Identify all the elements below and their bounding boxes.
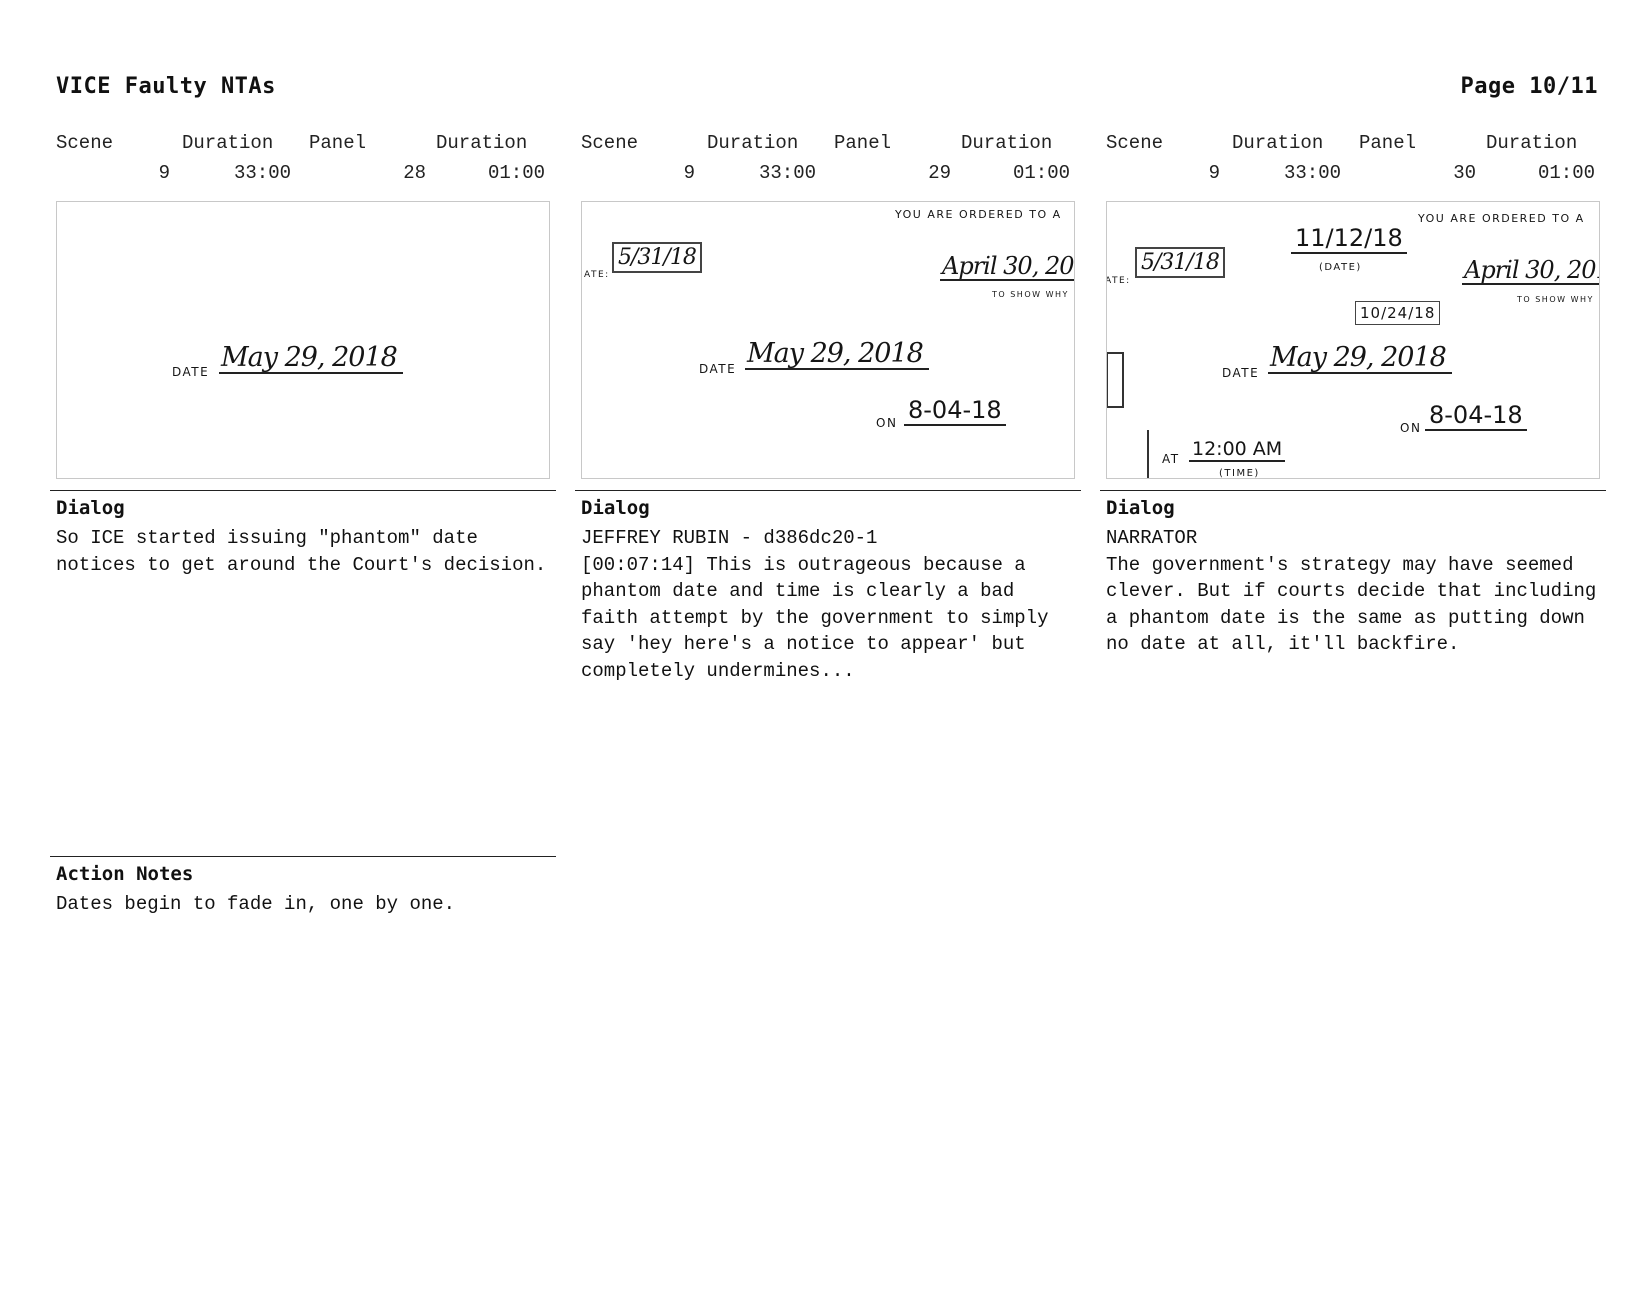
panel-meta: Scene Duration Panel Duration 9 33:00 30… (1106, 130, 1600, 190)
dialog-text: [00:07:14] This is outrageous because a … (581, 553, 1060, 682)
ordered-text: YOU ARE ORDERED TO A (1418, 212, 1585, 225)
boxed-date: 5/31/18 (1135, 247, 1225, 279)
panel-value: 30 (1453, 162, 1476, 184)
dialog-speaker: JEFFREY RUBIN - d386dc20-1 (581, 527, 878, 549)
scene-duration-header: Duration (1232, 132, 1324, 154)
scene-duration-value: 33:00 (759, 162, 817, 184)
ate-label: ATE: (1106, 276, 1131, 286)
scene-header: Scene (56, 132, 114, 154)
panel-duration-header: Duration (961, 132, 1053, 154)
on-label: ON (1400, 421, 1422, 435)
handwritten-date: May 29, 2018 (219, 343, 403, 375)
dialog-heading: Dialog (1106, 497, 1175, 519)
scene-value: 9 (1208, 162, 1220, 184)
handwritten-date: May 29, 2018 (1268, 343, 1452, 375)
dialog-heading: Dialog (56, 497, 125, 519)
date-label: DATE (172, 365, 210, 379)
ordered-text: YOU ARE ORDERED TO A (895, 208, 1062, 221)
date-top: 11/12/18 (1291, 224, 1407, 254)
boxed-date: 5/31/18 (612, 242, 702, 274)
scene-value: 9 (683, 162, 695, 184)
partial-box-mark (1107, 352, 1124, 408)
panel-meta: Scene Duration Panel Duration 9 33:00 28… (56, 130, 550, 190)
panel-header: Panel (1359, 132, 1417, 154)
april-date: April 30, 2018 (1462, 257, 1599, 286)
panel-duration-value: 01:00 (1013, 162, 1071, 184)
panel-value: 28 (403, 162, 426, 184)
panel-duration-value: 01:00 (1538, 162, 1596, 184)
scene-header: Scene (581, 132, 639, 154)
action-notes-section: Action Notes Dates begin to fade in, one… (50, 856, 556, 918)
show-why-text: TO SHOW WHY (1517, 295, 1594, 304)
dialog-section: Dialog NARRATOR The government's strateg… (1100, 490, 1606, 658)
panel-duration-header: Duration (1486, 132, 1578, 154)
scene-duration-value: 33:00 (234, 162, 292, 184)
page-number: Page 10/11 (1460, 74, 1598, 99)
storyboard-frame[interactable]: YOU ARE ORDERED TO A ATE: 5/31/18 April … (581, 201, 1075, 479)
panel-duration-value: 01:00 (488, 162, 546, 184)
boxed-date-2: 10/24/18 (1355, 301, 1441, 325)
scene-duration-header: Duration (182, 132, 274, 154)
dialog-text: So ICE started issuing "phantom" date no… (56, 527, 547, 576)
dialog-text: The government's strategy may have seeme… (1106, 553, 1608, 656)
date-label: DATE (1222, 366, 1260, 380)
date-top-caption: (DATE) (1319, 262, 1362, 273)
storyboard-frame[interactable]: YOU ARE ORDERED TO A ATE: 5/31/18 11/12/… (1106, 201, 1600, 479)
dialog-section: Dialog So ICE started issuing "phantom" … (50, 490, 556, 578)
panel-duration-header: Duration (436, 132, 528, 154)
handwritten-date: May 29, 2018 (745, 339, 929, 371)
on-label: ON (876, 416, 898, 430)
panel-header: Panel (834, 132, 892, 154)
margin-line (1147, 430, 1149, 478)
panel-meta: Scene Duration Panel Duration 9 33:00 29… (581, 130, 1075, 190)
ate-label: ATE: (584, 270, 610, 280)
document-title: VICE Faulty NTAs (56, 74, 276, 99)
action-notes-heading: Action Notes (56, 863, 194, 885)
panel-column-28: Scene Duration Panel Duration 9 33:00 28… (50, 130, 556, 578)
panel-column-29: Scene Duration Panel Duration 9 33:00 29… (575, 130, 1081, 684)
panel-column-30: Scene Duration Panel Duration 9 33:00 30… (1100, 130, 1606, 658)
show-why-text: TO SHOW WHY (992, 290, 1069, 299)
on-date: 8-04-18 (1425, 401, 1527, 431)
scene-value: 9 (158, 162, 170, 184)
storyboard-frame[interactable]: DATE May 29, 2018 (56, 201, 550, 479)
scene-header: Scene (1106, 132, 1164, 154)
dialog-section: Dialog JEFFREY RUBIN - d386dc20-1 [00:07… (575, 490, 1081, 684)
dialog-heading: Dialog (581, 497, 650, 519)
scene-duration-header: Duration (707, 132, 799, 154)
scene-duration-value: 33:00 (1284, 162, 1342, 184)
dialog-speaker: NARRATOR (1106, 527, 1198, 549)
time-value: 12:00 AM (1189, 438, 1286, 462)
at-label: AT (1162, 452, 1180, 466)
date-label: DATE (699, 362, 737, 376)
action-notes-text: Dates begin to fade in, one by one. (56, 893, 456, 915)
panel-value: 29 (928, 162, 951, 184)
on-date: 8-04-18 (904, 396, 1006, 426)
time-caption: (TIME) (1219, 468, 1260, 479)
april-date: April 30, 2018 (940, 253, 1074, 282)
panel-header: Panel (309, 132, 367, 154)
